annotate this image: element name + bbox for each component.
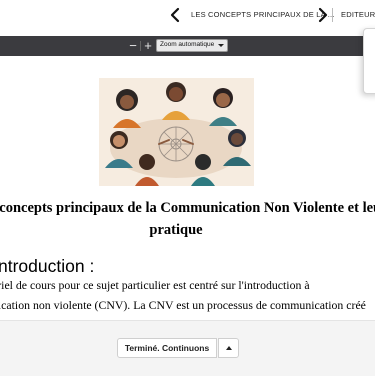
chevron-right-icon[interactable] bbox=[316, 6, 330, 24]
done-continue-button[interactable]: Terminé. Continuons bbox=[117, 338, 217, 358]
top-navigation-bar: LES CONCEPTS PRINCIPAUX DE LA ... EDITEU… bbox=[0, 0, 375, 30]
editor-link[interactable]: EDITEUR bbox=[341, 10, 375, 19]
lesson-title: LES CONCEPTS PRINCIPAUX DE LA ... bbox=[191, 10, 335, 19]
group-circle-illustration bbox=[99, 78, 254, 186]
document-title-line1: s concepts principaux de la Communicatio… bbox=[0, 200, 375, 216]
chevron-down-icon bbox=[218, 44, 224, 47]
side-panel[interactable] bbox=[363, 28, 375, 94]
pdf-toolbar: − + Zoom automatique bbox=[0, 36, 375, 56]
document-title-line2: pratique bbox=[149, 222, 203, 238]
section-heading: ntroduction : bbox=[0, 256, 95, 276]
done-options-button[interactable] bbox=[218, 338, 239, 358]
zoom-in-button[interactable]: + bbox=[141, 38, 155, 54]
chevron-left-icon[interactable] bbox=[168, 6, 182, 24]
zoom-select[interactable]: Zoom automatique bbox=[156, 39, 228, 52]
nav-divider bbox=[332, 8, 333, 22]
caret-up-icon bbox=[226, 346, 232, 350]
zoom-select-value: Zoom automatique bbox=[160, 41, 215, 48]
paragraph-line: nication non violente (CNV). La CNV est … bbox=[0, 298, 366, 312]
paragraph-line: ériel de cours pour ce sujet particulier… bbox=[0, 278, 310, 292]
zoom-out-button[interactable]: − bbox=[126, 38, 140, 54]
